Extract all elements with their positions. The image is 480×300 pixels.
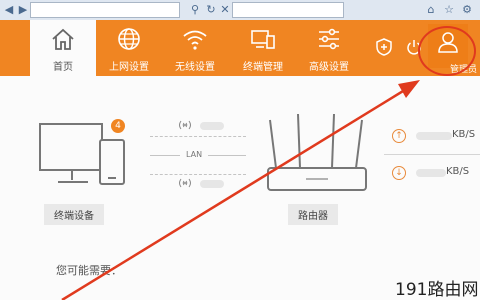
watermark: 191路由网 — [395, 280, 479, 300]
annotation-arrow — [61, 80, 420, 300]
